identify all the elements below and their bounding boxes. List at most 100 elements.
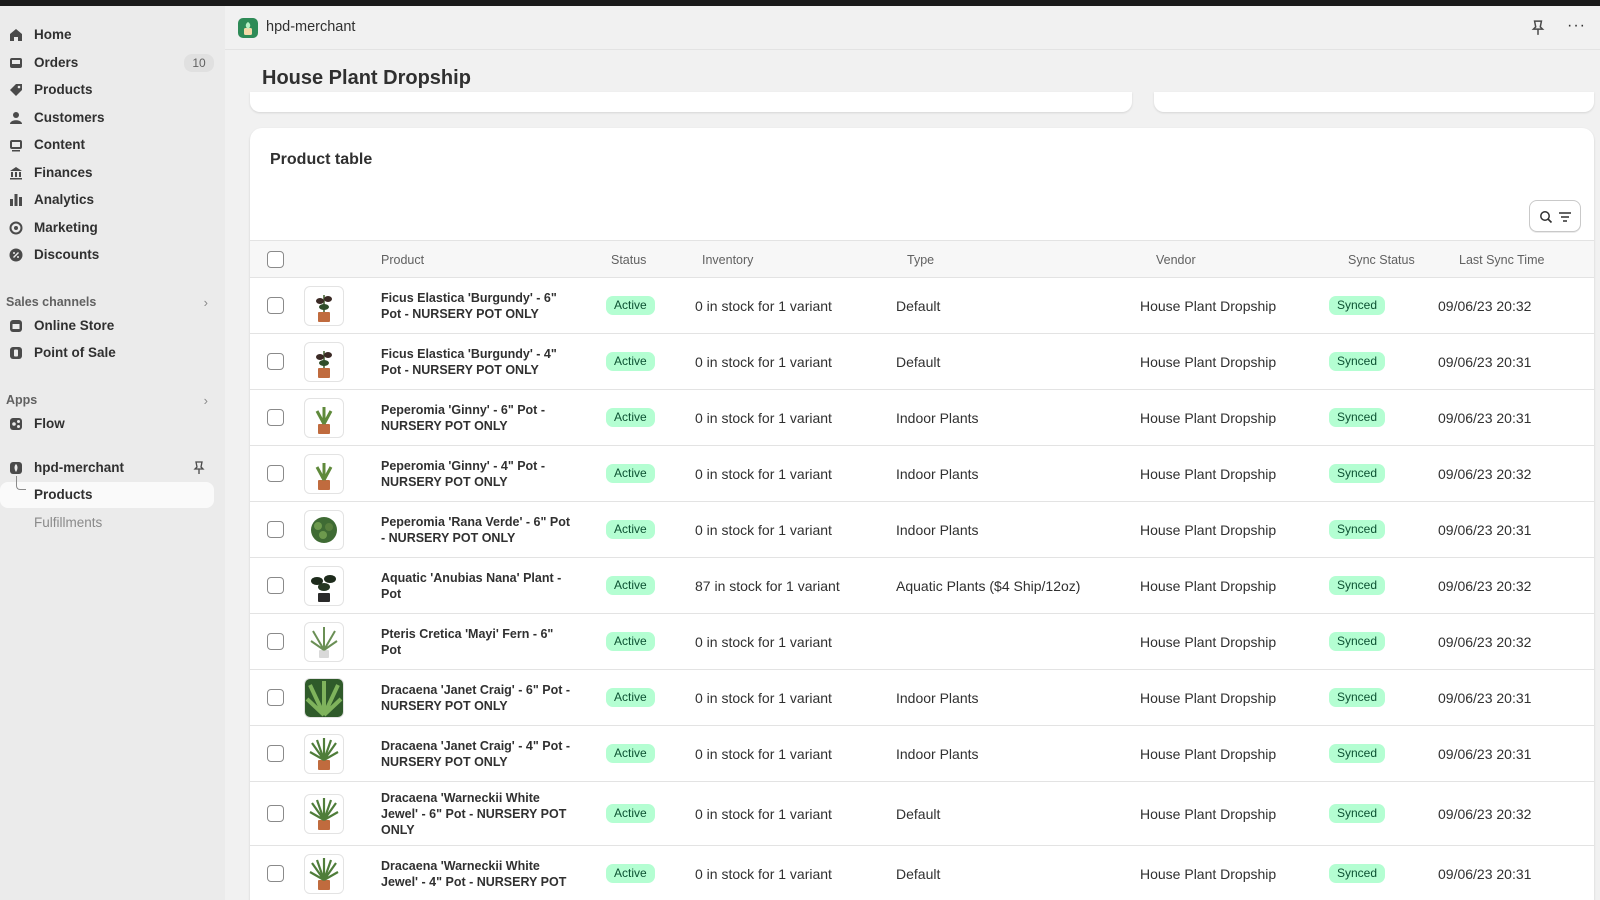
vendor-cell: House Plant Dropship [1140,746,1277,762]
sidebar-subitem-fulfillments[interactable]: Fulfillments [0,510,214,536]
sidebar-item-flow[interactable]: Flow [0,411,214,437]
sidebar-item-point-of-sale[interactable]: Point of Sale [0,340,214,366]
product-name-line: Dracaena 'Janet Craig' - 6" Pot - [381,683,571,697]
product-name-link[interactable]: Dracaena 'Warneckii White Jewel' - 6" Pot… [381,790,591,838]
sidebar-item-discounts[interactable]: Discounts [0,242,214,268]
col-type[interactable]: Type [907,253,934,267]
sidebar-item-hpd-merchant[interactable]: hpd-merchant [0,455,214,481]
pin-icon[interactable] [1530,20,1546,36]
status-badge: Active [606,688,655,707]
product-thumbnail[interactable] [304,286,344,326]
product-name-link[interactable]: Peperomia 'Ginny' - 4" Pot - NURSERY POT … [381,458,591,490]
row-checkbox[interactable] [267,633,284,650]
product-name-line: NURSERY POT ONLY [381,419,508,433]
flow-icon [10,418,22,430]
product-thumbnail[interactable] [304,510,344,550]
row-checkbox[interactable] [267,409,284,426]
table-row[interactable]: Dracaena 'Warneckii White Jewel' - 4" Pot… [250,846,1594,900]
product-thumbnail[interactable] [304,794,344,834]
inventory-cell: 0 in stock for 1 variant [695,866,832,882]
sidebar-item-content[interactable]: Content [0,132,214,158]
type-cell: Default [896,298,941,314]
col-product[interactable]: Product [381,253,424,267]
row-checkbox[interactable] [267,465,284,482]
product-name-link[interactable]: Aquatic 'Anubias Nana' Plant - Pot [381,570,591,602]
more-actions-icon[interactable]: ··· [1567,17,1586,35]
table-row[interactable]: Dracaena 'Janet Craig' - 6" Pot - NURSERY… [250,670,1594,726]
last-sync-cell: 09/06/23 20:32 [1438,466,1532,482]
sidebar-item-home[interactable]: Home [0,22,214,48]
col-inventory[interactable]: Inventory [702,253,753,267]
col-last-sync-time[interactable]: Last Sync Time [1459,253,1544,267]
product-name-link[interactable]: Dracaena 'Warneckii White Jewel' - 4" Pot… [381,858,591,890]
product-name-line: NURSERY POT ONLY [381,755,508,769]
type-cell: Indoor Plants [896,466,979,482]
product-name-link[interactable]: Ficus Elastica 'Burgundy' - 6" Pot - NURS… [381,290,591,322]
table-row[interactable]: Ficus Elastica 'Burgundy' - 4" Pot - NURS… [250,334,1594,390]
type-cell: Indoor Plants [896,746,979,762]
row-checkbox[interactable] [267,353,284,370]
select-all-checkbox[interactable] [267,251,284,268]
apps-heading[interactable]: Apps › [6,390,214,410]
product-name-link[interactable]: Dracaena 'Janet Craig' - 4" Pot - NURSERY… [381,738,591,770]
sidebar-item-label: Fulfillments [34,515,103,530]
row-checkbox[interactable] [267,689,284,706]
inventory-cell: 0 in stock for 1 variant [695,354,832,370]
inventory-cell: 0 in stock for 1 variant [695,746,832,762]
type-cell: Indoor Plants [896,690,979,706]
sidebar-item-marketing[interactable]: Marketing [0,215,214,241]
sales-channels-heading[interactable]: Sales channels › [6,292,214,312]
col-vendor[interactable]: Vendor [1156,253,1196,267]
sidebar-subitem-products[interactable]: Products [0,476,214,508]
col-status[interactable]: Status [611,253,646,267]
table-row[interactable]: Peperomia 'Ginny' - 6" Pot - NURSERY POT … [250,390,1594,446]
sidebar-item-label: Flow [34,416,65,431]
sidebar-item-orders[interactable]: Orders 10 [0,50,214,76]
product-name-link[interactable]: Dracaena 'Janet Craig' - 6" Pot - NURSERY… [381,682,591,714]
col-sync-status[interactable]: Sync Status [1348,253,1415,267]
row-checkbox[interactable] [267,805,284,822]
vendor-cell: House Plant Dropship [1140,466,1277,482]
inbox-icon [10,58,22,68]
product-thumbnail[interactable] [304,854,344,894]
type-cell: Indoor Plants [896,522,979,538]
row-checkbox[interactable] [267,577,284,594]
table-row[interactable]: Ficus Elastica 'Burgundy' - 6" Pot - NURS… [250,278,1594,334]
table-row[interactable]: Dracaena 'Warneckii White Jewel' - 6" Pot… [250,782,1594,846]
row-checkbox[interactable] [267,745,284,762]
table-row[interactable]: Pteris Cretica 'Mayi' Fern - 6" Pot Active… [250,614,1594,670]
row-checkbox[interactable] [267,297,284,314]
table-row[interactable]: Dracaena 'Janet Craig' - 4" Pot - NURSERY… [250,726,1594,782]
table-row[interactable]: Peperomia 'Ginny' - 4" Pot - NURSERY POT … [250,446,1594,502]
product-thumbnail[interactable] [304,566,344,606]
product-thumbnail[interactable] [304,342,344,382]
sidebar-item-analytics[interactable]: Analytics [0,187,214,213]
table-row[interactable]: Peperomia 'Rana Verde' - 6" Pot - NURSERY… [250,502,1594,558]
sidebar-item-customers[interactable]: Customers [0,105,214,131]
product-thumbnail[interactable] [304,734,344,774]
product-name-link[interactable]: Ficus Elastica 'Burgundy' - 4" Pot - NURS… [381,346,591,378]
product-name-link[interactable]: Peperomia 'Rana Verde' - 6" Pot - NURSERY… [381,514,591,546]
status-badge: Active [606,804,655,823]
app-header: hpd-merchant ··· [225,6,1600,50]
row-checkbox[interactable] [267,521,284,538]
last-sync-cell: 09/06/23 20:32 [1438,806,1532,822]
row-checkbox[interactable] [267,865,284,882]
scrolled-card [1154,92,1594,112]
product-thumbnail[interactable] [304,622,344,662]
product-thumbnail[interactable] [304,454,344,494]
sidebar-item-finances[interactable]: Finances [0,160,214,186]
product-thumbnail[interactable] [304,398,344,438]
filter-icon [1559,212,1571,222]
search-filter-button[interactable] [1529,200,1581,232]
sidebar-item-products[interactable]: Products [0,77,214,103]
pin-icon[interactable] [192,461,206,475]
product-thumbnail[interactable] [304,678,344,718]
inventory-cell: 87 in stock for 1 variant [695,578,840,594]
product-name-line: Peperomia 'Rana Verde' - 6" Pot [381,515,571,529]
sidebar-item-online-store[interactable]: Online Store [0,313,214,339]
table-row[interactable]: Aquatic 'Anubias Nana' Plant - Pot Active 8… [250,558,1594,614]
product-name-link[interactable]: Pteris Cretica 'Mayi' Fern - 6" Pot [381,626,591,658]
product-name-link[interactable]: Peperomia 'Ginny' - 6" Pot - NURSERY POT … [381,402,591,434]
product-name-line: Jewel' - 4" Pot - NURSERY POT [381,875,567,889]
